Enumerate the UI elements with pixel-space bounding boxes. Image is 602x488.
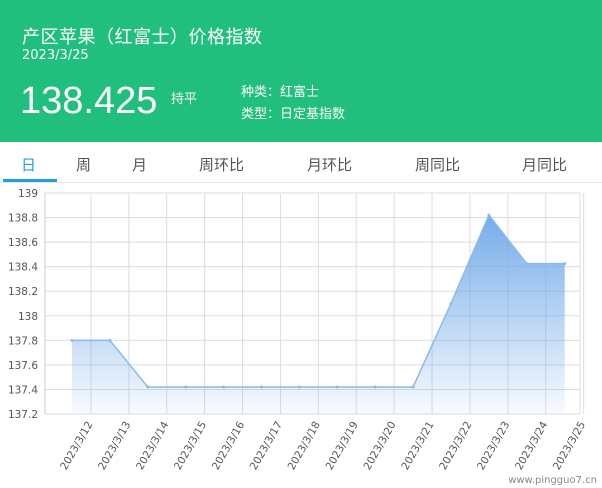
data-point xyxy=(108,338,112,342)
y-tick-label: 138.8 xyxy=(8,213,38,225)
x-tick-label: 2023/3/13 xyxy=(96,420,133,473)
x-tick-label: 2023/3/23 xyxy=(475,419,512,472)
x-tick-label: 2023/3/21 xyxy=(399,420,436,473)
x-tick-label: 2023/3/15 xyxy=(172,420,209,473)
data-point xyxy=(373,385,377,389)
y-tick-label: 137.6 xyxy=(8,360,38,372)
data-point xyxy=(335,385,339,389)
data-point xyxy=(411,385,415,389)
data-point xyxy=(297,385,301,389)
data-point xyxy=(146,385,150,389)
y-tick-label: 137.8 xyxy=(8,335,38,347)
x-tick-label: 2023/3/25 xyxy=(551,420,588,473)
data-point xyxy=(487,213,491,217)
y-tick-label: 138.2 xyxy=(8,286,38,298)
data-point xyxy=(449,302,453,305)
watermark: www.pingguo7.cn xyxy=(508,475,597,486)
x-tick-label: 2023/3/18 xyxy=(286,420,323,473)
x-tick-label: 2023/3/19 xyxy=(324,420,361,473)
data-point xyxy=(260,385,263,389)
price-chart: 139 138.8 138.6 138.4 138.2 138 137.8 137.6 137.… xyxy=(8,188,597,486)
y-tick-label: 137.2 xyxy=(8,409,38,421)
y-tick-label: 138 xyxy=(18,311,38,323)
x-tick-label: 2023/3/12 xyxy=(58,420,95,473)
data-point xyxy=(184,385,188,389)
x-tick-label: 2023/3/22 xyxy=(437,420,474,473)
x-tick-label: 2023/3/16 xyxy=(210,419,247,472)
data-point xyxy=(70,338,74,342)
data-point xyxy=(563,262,567,266)
y-tick-label: 138.6 xyxy=(8,237,38,249)
data-point xyxy=(525,262,529,266)
y-tick-label: 137.4 xyxy=(8,384,38,396)
x-tick-label: 2023/3/24 xyxy=(513,419,550,472)
y-tick-label: 138.4 xyxy=(8,262,38,274)
x-tick-label: 2023/3/14 xyxy=(134,419,171,472)
data-point xyxy=(222,385,226,389)
y-tick-label: 139 xyxy=(18,188,38,200)
x-tick-label: 2023/3/20 xyxy=(361,420,398,473)
x-tick-label: 2023/3/17 xyxy=(248,420,285,473)
